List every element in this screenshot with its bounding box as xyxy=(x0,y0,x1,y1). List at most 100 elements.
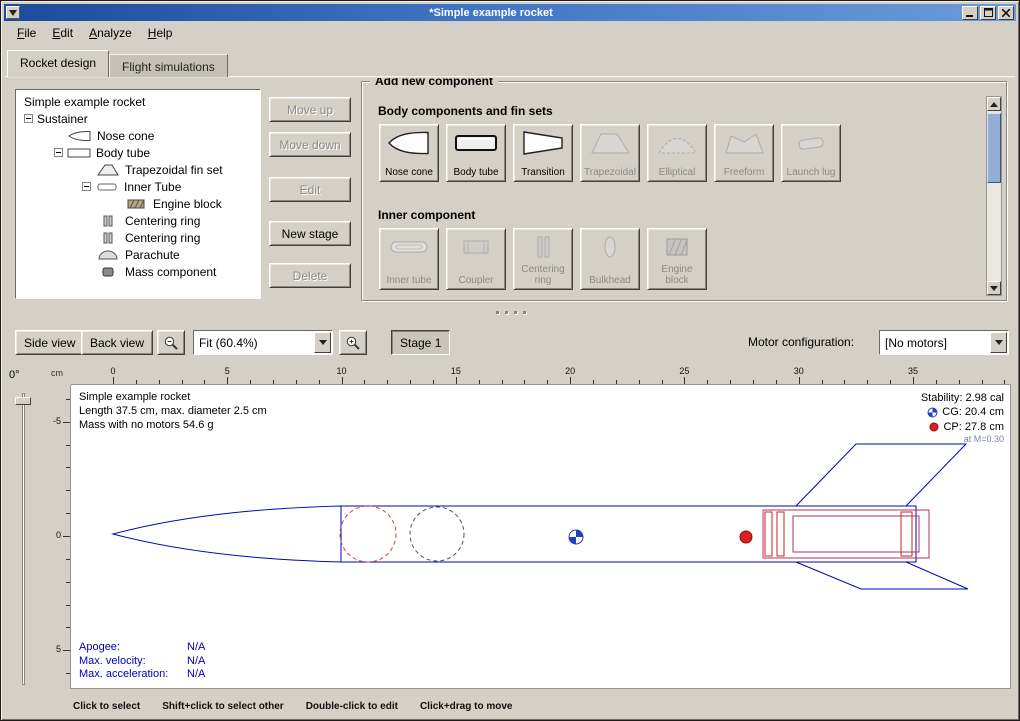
tree-item-engine-block[interactable]: Engine block xyxy=(16,195,260,212)
add-freeform-fin-button[interactable]: Freeform xyxy=(714,124,774,182)
tree-item-nose-cone[interactable]: Nose cone xyxy=(16,127,260,144)
close-button[interactable] xyxy=(998,6,1014,20)
menu-file[interactable]: File xyxy=(9,23,44,43)
component-scrollbar[interactable] xyxy=(986,96,1002,296)
titlebar[interactable]: *Simple example rocket xyxy=(4,4,1016,21)
scroll-up-button[interactable] xyxy=(987,97,1001,111)
rocket-mass: Mass with no motors 54.6 g xyxy=(79,419,267,433)
zoom-out-button[interactable] xyxy=(157,330,185,355)
combo-arrow[interactable] xyxy=(990,332,1007,353)
ruler-tick xyxy=(684,377,685,384)
zoom-out-icon xyxy=(163,335,179,351)
collapse-icon[interactable] xyxy=(24,114,33,123)
add-coupler-button[interactable]: Coupler xyxy=(446,228,506,290)
window-title: *Simple example rocket xyxy=(20,7,962,19)
tree-item-label: Centering ring xyxy=(125,214,200,228)
tab-flight-simulations[interactable]: Flight simulations xyxy=(109,54,228,77)
rocket-canvas[interactable]: Simple example rocket Length 37.5 cm, ma… xyxy=(71,385,1011,689)
rotation-slider-handle[interactable] xyxy=(15,397,31,405)
scroll-down-button[interactable] xyxy=(987,281,1001,295)
ruler-tick xyxy=(319,380,320,384)
zoom-select[interactable]: Fit (60.4%) xyxy=(193,330,333,355)
tree-item-centering-ring-2[interactable]: Centering ring xyxy=(16,229,260,246)
collapse-icon[interactable] xyxy=(54,148,63,157)
ruler-tick xyxy=(66,467,70,468)
add-engine-block-button[interactable]: Engine block xyxy=(647,228,707,290)
ruler-tick xyxy=(730,380,731,384)
minimize-button[interactable] xyxy=(962,6,978,20)
move-down-button[interactable]: Move down xyxy=(269,132,351,157)
ruler-tick xyxy=(959,380,960,384)
ruler-tick xyxy=(182,380,183,384)
stage-1-toggle[interactable]: Stage 1 xyxy=(391,330,450,355)
zoom-in-button[interactable] xyxy=(339,330,367,355)
add-inner-tube-button[interactable]: Inner tube xyxy=(379,228,439,290)
chevron-down-icon xyxy=(995,340,1003,345)
add-elliptical-fin-button[interactable]: Elliptical xyxy=(647,124,707,182)
side-view-button[interactable]: Side view xyxy=(15,330,84,355)
ruler-number: 20 xyxy=(565,366,575,376)
ruler-number: 0 xyxy=(110,366,115,376)
add-transition-button[interactable]: Transition xyxy=(513,124,573,182)
mass-component-icon xyxy=(96,266,120,278)
splitter-handle[interactable] xyxy=(493,309,529,315)
add-centering-ring-button[interactable]: Centering ring xyxy=(513,228,573,290)
add-bulkhead-button[interactable]: Bulkhead xyxy=(580,228,640,290)
fin-set-icon xyxy=(96,164,120,176)
mach-note: at M=0.30 xyxy=(921,434,1004,446)
component-tree: Simple example rocket Sustainer Nose con… xyxy=(15,89,261,299)
centering-ring-icon xyxy=(96,215,120,227)
tree-item-label: Nose cone xyxy=(97,129,154,143)
tree-item-label: Sustainer xyxy=(37,112,88,126)
motor-configuration-value: [No motors] xyxy=(880,336,990,350)
menu-edit[interactable]: Edit xyxy=(44,23,81,43)
scrollbar-thumb[interactable] xyxy=(987,113,1001,183)
add-nose-cone-button[interactable]: Nose cone xyxy=(379,124,439,182)
tree-item-inner-tube[interactable]: Inner Tube xyxy=(16,178,260,195)
delete-button[interactable]: Delete xyxy=(269,263,351,288)
component-button-label: Trapezoidal xyxy=(584,167,636,178)
add-launch-lug-button[interactable]: Launch lug xyxy=(781,124,841,182)
tree-item-parachute[interactable]: Parachute xyxy=(16,246,260,263)
tree-item-fin-set[interactable]: Trapezoidal fin set xyxy=(16,161,260,178)
centering-ring-icon xyxy=(521,234,565,260)
edit-button[interactable]: Edit xyxy=(269,177,351,202)
tree-item-sustainer[interactable]: Sustainer xyxy=(16,110,260,127)
tree-item-mass-component[interactable]: Mass component xyxy=(16,263,260,280)
new-stage-button[interactable]: New stage xyxy=(269,221,351,246)
parachute-icon xyxy=(96,249,120,261)
ruler-tick xyxy=(936,380,937,384)
rotation-control: 0° xyxy=(1,365,47,691)
menu-help[interactable]: Help xyxy=(140,23,181,43)
tab-rocket-design[interactable]: Rocket design xyxy=(7,50,109,77)
ruler-tick xyxy=(66,673,70,674)
ruler-tick xyxy=(547,380,548,384)
tree-item-label: Trapezoidal fin set xyxy=(125,163,223,177)
inner-tube-icon xyxy=(387,234,431,260)
rotation-slider-track[interactable] xyxy=(22,393,25,685)
tree-item-centering-ring-1[interactable]: Centering ring xyxy=(16,212,260,229)
combo-arrow[interactable] xyxy=(314,332,331,353)
move-up-button[interactable]: Move up xyxy=(269,97,351,122)
trapezoidal-fin-icon xyxy=(588,130,632,156)
add-component-group: Add new component Body components and fi… xyxy=(361,81,1007,301)
app-window: *Simple example rocket File Edit Analyze… xyxy=(0,0,1020,721)
ruler-tick xyxy=(63,650,70,651)
bulkhead-icon xyxy=(588,234,632,260)
add-body-tube-button[interactable]: Body tube xyxy=(446,124,506,182)
window-menu-icon[interactable] xyxy=(6,6,20,19)
add-trapezoidal-fin-button[interactable]: Trapezoidal xyxy=(580,124,640,182)
ruler-tick xyxy=(250,380,251,384)
tree-item-rocket[interactable]: Simple example rocket xyxy=(16,93,260,110)
splitter-dot xyxy=(496,311,499,314)
menu-analyze[interactable]: Analyze xyxy=(81,23,140,43)
arrow-down-icon xyxy=(990,286,998,291)
collapse-icon[interactable] xyxy=(82,182,91,191)
maximize-button[interactable] xyxy=(980,6,996,20)
motor-configuration-select[interactable]: [No motors] xyxy=(879,330,1009,355)
ruler-tick xyxy=(66,490,70,491)
back-view-button[interactable]: Back view xyxy=(81,330,153,355)
ruler-number: -5 xyxy=(53,416,61,426)
tree-item-body-tube[interactable]: Body tube xyxy=(16,144,260,161)
cp-marker xyxy=(740,531,752,543)
